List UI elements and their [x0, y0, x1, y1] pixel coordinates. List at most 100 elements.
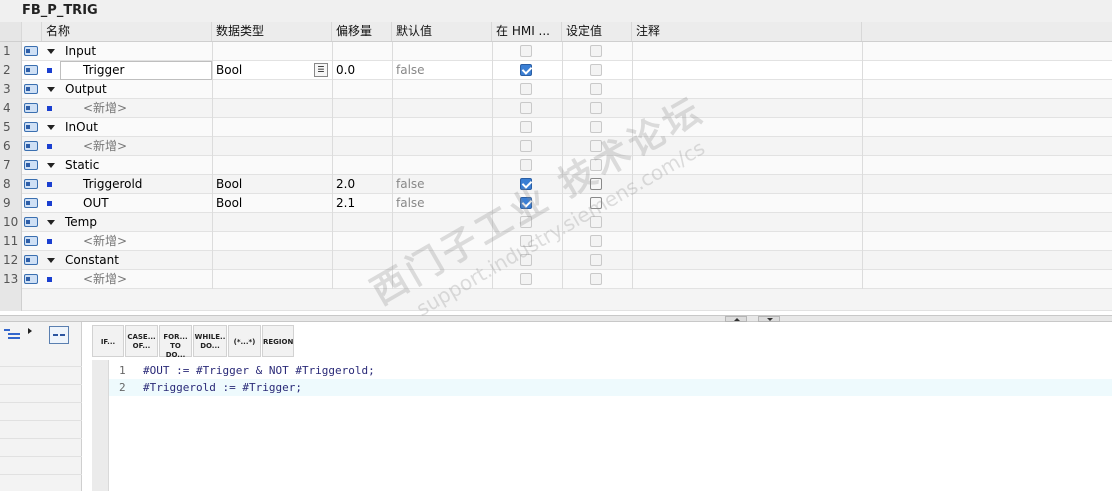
setpoint-checkbox[interactable] — [590, 178, 602, 190]
table-row[interactable]: 12 Constant — [0, 251, 1112, 270]
table-row[interactable]: 2 ☰ Trigger Bool 0.0 false — [0, 61, 1112, 80]
table-row[interactable]: 7 Static — [0, 156, 1112, 175]
variable-name[interactable]: Input — [65, 42, 96, 61]
row-number[interactable]: 5 — [0, 118, 22, 137]
comment-button[interactable]: (*...*) — [228, 325, 261, 357]
datatype-browse-icon[interactable]: ☰ — [314, 63, 328, 77]
variable-name[interactable]: Temp — [65, 213, 97, 232]
case-button[interactable]: CASE... OF... — [125, 325, 158, 357]
row-number[interactable]: 1 — [0, 42, 22, 61]
hmi-accessible-checkbox[interactable] — [520, 178, 532, 190]
table-row[interactable]: 1 Input — [0, 42, 1112, 61]
setpoint-checkbox[interactable] — [590, 64, 602, 76]
row-number[interactable]: 13 — [0, 270, 22, 289]
variable-default[interactable]: false — [396, 61, 425, 80]
row-number[interactable]: 12 — [0, 251, 22, 270]
hmi-accessible-checkbox[interactable] — [520, 216, 532, 228]
add-new-placeholder[interactable]: <新增> — [83, 270, 127, 289]
setpoint-checkbox[interactable] — [590, 121, 602, 133]
row-number[interactable]: 7 — [0, 156, 22, 175]
outline-icon[interactable] — [4, 328, 24, 342]
variable-name[interactable]: Output — [65, 80, 107, 99]
collapse-triangle-icon[interactable] — [47, 163, 55, 168]
variable-offset[interactable]: 2.1 — [336, 194, 355, 213]
variable-name[interactable]: InOut — [65, 118, 98, 137]
if-button[interactable]: IF... — [92, 325, 124, 357]
row-number[interactable]: 4 — [0, 99, 22, 118]
table-row[interactable]: 6 <新增> — [0, 137, 1112, 156]
table-row[interactable]: 9 OUT Bool 2.1 false — [0, 194, 1112, 213]
hmi-accessible-checkbox[interactable] — [520, 140, 532, 152]
collapse-triangle-icon[interactable] — [47, 87, 55, 92]
column-header-setpoint[interactable]: 设定值 — [562, 22, 632, 41]
setpoint-checkbox[interactable] — [590, 235, 602, 247]
variable-datatype[interactable]: Bool — [216, 175, 242, 194]
add-new-placeholder[interactable]: <新增> — [83, 99, 127, 118]
setpoint-checkbox[interactable] — [590, 197, 602, 209]
setpoint-checkbox[interactable] — [590, 216, 602, 228]
code-line[interactable]: 1 #OUT := #Trigger & NOT #Triggerold; — [109, 362, 1112, 379]
hmi-accessible-checkbox[interactable] — [520, 273, 532, 285]
region-button[interactable]: REGION — [262, 325, 294, 357]
setpoint-checkbox[interactable] — [590, 159, 602, 171]
table-row[interactable]: 3 Output — [0, 80, 1112, 99]
row-number[interactable]: 6 — [0, 137, 22, 156]
row-number[interactable]: 2 — [0, 61, 22, 80]
empty-row[interactable] — [0, 289, 1112, 311]
setpoint-checkbox[interactable] — [590, 83, 602, 95]
setpoint-checkbox[interactable] — [590, 254, 602, 266]
variable-name[interactable]: Triggerold — [83, 175, 142, 194]
setpoint-checkbox[interactable] — [590, 45, 602, 57]
table-row[interactable]: 11 <新增> — [0, 232, 1112, 251]
hmi-accessible-checkbox[interactable] — [520, 197, 532, 209]
variable-offset[interactable]: 2.0 — [336, 175, 355, 194]
while-button[interactable]: WHILE.. DO... — [193, 325, 227, 357]
hmi-accessible-checkbox[interactable] — [520, 235, 532, 247]
collapse-triangle-icon[interactable] — [47, 49, 55, 54]
collapse-triangle-icon[interactable] — [47, 258, 55, 263]
variable-name[interactable]: Static — [65, 156, 99, 175]
hmi-accessible-checkbox[interactable] — [520, 121, 532, 133]
editor-splitter[interactable] — [0, 315, 1112, 322]
row-number[interactable]: 9 — [0, 194, 22, 213]
column-header-offset[interactable]: 偏移量 — [332, 22, 392, 41]
for-button[interactable]: FOR... TO DO... — [159, 325, 192, 359]
row-number[interactable]: 8 — [0, 175, 22, 194]
setpoint-checkbox[interactable] — [590, 140, 602, 152]
variable-name[interactable]: Trigger — [83, 61, 124, 80]
expand-arrow-icon[interactable] — [28, 328, 32, 334]
table-row[interactable]: 10 Temp — [0, 213, 1112, 232]
collapse-triangle-icon[interactable] — [47, 125, 55, 130]
row-number[interactable]: 3 — [0, 80, 22, 99]
collapse-down-button[interactable] — [758, 316, 780, 322]
hmi-accessible-checkbox[interactable] — [520, 102, 532, 114]
code-text[interactable]: #Triggerold := #Trigger; — [143, 379, 302, 396]
collapse-triangle-icon[interactable] — [47, 220, 55, 225]
code-editor[interactable]: 1 #OUT := #Trigger & NOT #Triggerold; 2 … — [92, 360, 1112, 491]
code-text[interactable]: #OUT := #Trigger & NOT #Triggerold; — [143, 362, 375, 379]
variable-offset[interactable]: 0.0 — [336, 61, 355, 80]
column-header-datatype[interactable]: 数据类型 — [212, 22, 332, 41]
variable-datatype[interactable]: Bool — [216, 61, 242, 80]
column-header-comment[interactable]: 注释 — [632, 22, 862, 41]
table-row[interactable]: 8 Triggerold Bool 2.0 false — [0, 175, 1112, 194]
table-row[interactable]: 5 InOut — [0, 118, 1112, 137]
row-number[interactable]: 11 — [0, 232, 22, 251]
variable-default[interactable]: false — [396, 175, 425, 194]
column-header-hmi[interactable]: 在 HMI ... — [492, 22, 562, 41]
hmi-accessible-checkbox[interactable] — [520, 64, 532, 76]
column-header-default[interactable]: 默认值 — [392, 22, 492, 41]
hmi-accessible-checkbox[interactable] — [520, 254, 532, 266]
row-number[interactable]: 10 — [0, 213, 22, 232]
collapse-up-button[interactable] — [725, 316, 747, 322]
table-row[interactable]: 4 <新增> — [0, 99, 1112, 118]
variable-default[interactable]: false — [396, 194, 425, 213]
setpoint-checkbox[interactable] — [590, 102, 602, 114]
hmi-accessible-checkbox[interactable] — [520, 159, 532, 171]
hmi-accessible-checkbox[interactable] — [520, 83, 532, 95]
column-header-name[interactable]: 名称 — [42, 22, 212, 41]
variable-datatype[interactable]: Bool — [216, 194, 242, 213]
toggle-view-icon[interactable] — [49, 326, 69, 344]
code-line-active[interactable]: 2 #Triggerold := #Trigger; — [109, 379, 1112, 396]
add-new-placeholder[interactable]: <新增> — [83, 137, 127, 156]
